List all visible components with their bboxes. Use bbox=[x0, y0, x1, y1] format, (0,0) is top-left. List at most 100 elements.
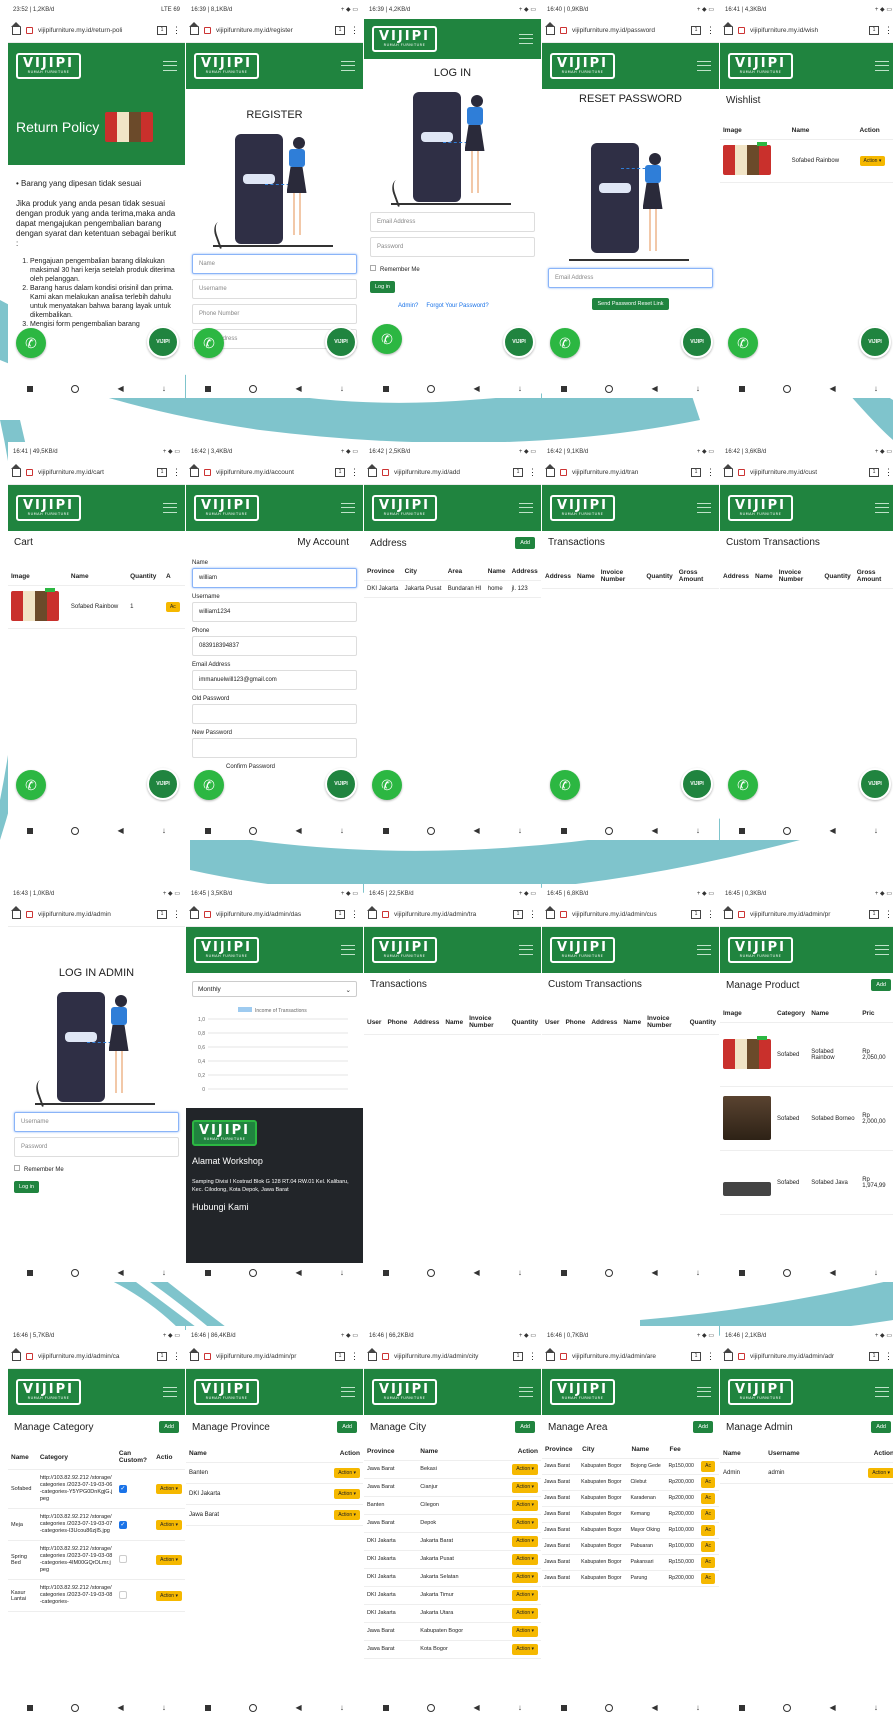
home-button-icon[interactable] bbox=[783, 384, 792, 393]
password-field[interactable]: Password bbox=[14, 1137, 179, 1157]
floating-logo-button[interactable]: VIJIPI bbox=[859, 326, 891, 358]
url-text[interactable]: vijipifurniture.my.id/cust bbox=[750, 469, 864, 476]
hamburger-icon[interactable] bbox=[163, 1387, 177, 1397]
back-icon[interactable]: ◀ bbox=[830, 1268, 836, 1277]
more-icon[interactable]: ⋮ bbox=[884, 910, 893, 919]
recents-icon[interactable] bbox=[561, 827, 568, 834]
more-icon[interactable]: ⋮ bbox=[172, 910, 181, 919]
down-icon[interactable]: ↓ bbox=[162, 1703, 166, 1712]
home-icon[interactable] bbox=[189, 464, 199, 477]
back-icon[interactable]: ◀ bbox=[830, 384, 836, 393]
hamburger-icon[interactable] bbox=[697, 1387, 711, 1397]
remember-checkbox[interactable] bbox=[370, 265, 376, 271]
recents-icon[interactable] bbox=[383, 385, 390, 392]
more-icon[interactable]: ⋮ bbox=[884, 26, 893, 35]
back-icon[interactable]: ◀ bbox=[296, 1268, 302, 1277]
url-text[interactable]: vijipifurniture.my.id/admin/cus bbox=[572, 911, 686, 918]
back-icon[interactable]: ◀ bbox=[118, 384, 124, 393]
admin-link[interactable]: Admin? bbox=[398, 303, 418, 309]
action-dropdown[interactable]: Action ▾ bbox=[512, 1554, 538, 1565]
add-button[interactable]: Add bbox=[159, 1421, 179, 1433]
new-password-field[interactable] bbox=[192, 738, 357, 758]
add-button[interactable]: Add bbox=[871, 979, 891, 991]
action-dropdown[interactable]: Action ▾ bbox=[334, 1510, 360, 1520]
back-icon[interactable]: ◀ bbox=[118, 826, 124, 835]
down-icon[interactable]: ↓ bbox=[874, 1703, 878, 1712]
home-icon[interactable] bbox=[723, 464, 733, 477]
tabs-icon[interactable]: 1 bbox=[335, 468, 345, 477]
down-icon[interactable]: ↓ bbox=[340, 826, 344, 835]
back-icon[interactable]: ◀ bbox=[118, 1268, 124, 1277]
more-icon[interactable]: ⋮ bbox=[350, 468, 359, 477]
action-dropdown[interactable]: Ac bbox=[165, 602, 180, 612]
tabs-icon[interactable]: 1 bbox=[157, 26, 167, 35]
home-button-icon[interactable] bbox=[783, 1268, 792, 1277]
more-icon[interactable]: ⋮ bbox=[706, 910, 715, 919]
hamburger-icon[interactable] bbox=[519, 503, 533, 513]
home-button-icon[interactable] bbox=[605, 1268, 614, 1277]
more-icon[interactable]: ⋮ bbox=[706, 468, 715, 477]
down-icon[interactable]: ↓ bbox=[162, 826, 166, 835]
more-icon[interactable]: ⋮ bbox=[350, 1352, 359, 1361]
forgot-password-link[interactable]: Forgot Your Password? bbox=[426, 303, 488, 309]
address-bar[interactable]: vijipifurniture.my.id/wish 1 ⋮ bbox=[720, 19, 893, 43]
action-dropdown[interactable]: Action ▾ bbox=[156, 1555, 182, 1565]
home-icon[interactable] bbox=[367, 464, 377, 477]
url-text[interactable]: vijipifurniture.my.id/admin/are bbox=[572, 1353, 686, 1360]
down-icon[interactable]: ↓ bbox=[518, 384, 522, 393]
back-icon[interactable]: ◀ bbox=[652, 1703, 658, 1712]
hamburger-icon[interactable] bbox=[697, 945, 711, 955]
home-button-icon[interactable] bbox=[427, 826, 436, 835]
home-button-icon[interactable] bbox=[71, 1703, 80, 1712]
site-logo[interactable]: VIJIPI RUMAH FURNITURE bbox=[194, 1379, 259, 1405]
url-text[interactable]: vijipifurniture.my.id/register bbox=[216, 27, 330, 34]
phone-field[interactable]: Phone Number bbox=[192, 304, 357, 324]
recents-icon[interactable] bbox=[383, 1704, 390, 1711]
url-text[interactable]: vijipifurniture.my.id/admin/pr bbox=[216, 1353, 330, 1360]
site-logo[interactable]: VIJIPI RUMAH FURNITURE bbox=[728, 495, 793, 521]
back-icon[interactable]: ◀ bbox=[474, 826, 480, 835]
home-icon[interactable] bbox=[11, 906, 21, 919]
hamburger-icon[interactable] bbox=[697, 61, 711, 71]
more-icon[interactable]: ⋮ bbox=[350, 26, 359, 35]
phone-field[interactable]: 083918394837 bbox=[192, 636, 357, 656]
recents-icon[interactable] bbox=[27, 1269, 34, 1276]
recents-icon[interactable] bbox=[561, 1704, 568, 1711]
address-bar[interactable]: vijipifurniture.my.id/tran 1 ⋮ bbox=[542, 461, 719, 485]
home-button-icon[interactable] bbox=[605, 826, 614, 835]
hamburger-icon[interactable] bbox=[341, 1387, 355, 1397]
tabs-icon[interactable]: 1 bbox=[513, 468, 523, 477]
whatsapp-icon[interactable]: ✆ bbox=[728, 770, 758, 800]
down-icon[interactable]: ↓ bbox=[696, 826, 700, 835]
home-icon[interactable] bbox=[545, 22, 555, 35]
down-icon[interactable]: ↓ bbox=[696, 1703, 700, 1712]
site-logo[interactable]: VIJIPI RUMAH FURNITURE bbox=[550, 1379, 615, 1405]
floating-logo-button[interactable]: VIJIPI bbox=[681, 326, 713, 358]
add-button[interactable]: Add bbox=[693, 1421, 713, 1433]
hamburger-icon[interactable] bbox=[519, 34, 533, 44]
address-bar[interactable]: vijipifurniture.my.id/account 1 ⋮ bbox=[186, 461, 363, 485]
hamburger-icon[interactable] bbox=[697, 503, 711, 513]
site-logo[interactable]: VIJIPI RUMAH FURNITURE bbox=[372, 26, 437, 52]
home-button-icon[interactable] bbox=[783, 1703, 792, 1712]
home-button-icon[interactable] bbox=[249, 1268, 258, 1277]
more-icon[interactable]: ⋮ bbox=[706, 1352, 715, 1361]
more-icon[interactable]: ⋮ bbox=[528, 1352, 537, 1361]
whatsapp-icon[interactable]: ✆ bbox=[16, 328, 46, 358]
home-icon[interactable] bbox=[723, 1348, 733, 1361]
address-bar[interactable]: vijipifurniture.my.id/admin/tra 1 ⋮ bbox=[364, 903, 541, 927]
back-icon[interactable]: ◀ bbox=[296, 384, 302, 393]
home-button-icon[interactable] bbox=[71, 826, 80, 835]
home-icon[interactable] bbox=[367, 1348, 377, 1361]
tabs-icon[interactable]: 1 bbox=[691, 26, 701, 35]
back-icon[interactable]: ◀ bbox=[118, 1703, 124, 1712]
action-dropdown[interactable]: Action ▾ bbox=[512, 1536, 538, 1547]
home-icon[interactable] bbox=[189, 22, 199, 35]
hamburger-icon[interactable] bbox=[163, 503, 177, 513]
product-image[interactable] bbox=[723, 142, 771, 175]
send-reset-link-button[interactable]: Send Password Reset Link bbox=[592, 298, 669, 310]
recents-icon[interactable] bbox=[383, 827, 390, 834]
product-name[interactable]: Sofabed Rainbow bbox=[789, 140, 857, 183]
site-logo[interactable]: VIJIPI RUMAH FURNITURE bbox=[194, 53, 259, 79]
back-icon[interactable]: ◀ bbox=[652, 826, 658, 835]
